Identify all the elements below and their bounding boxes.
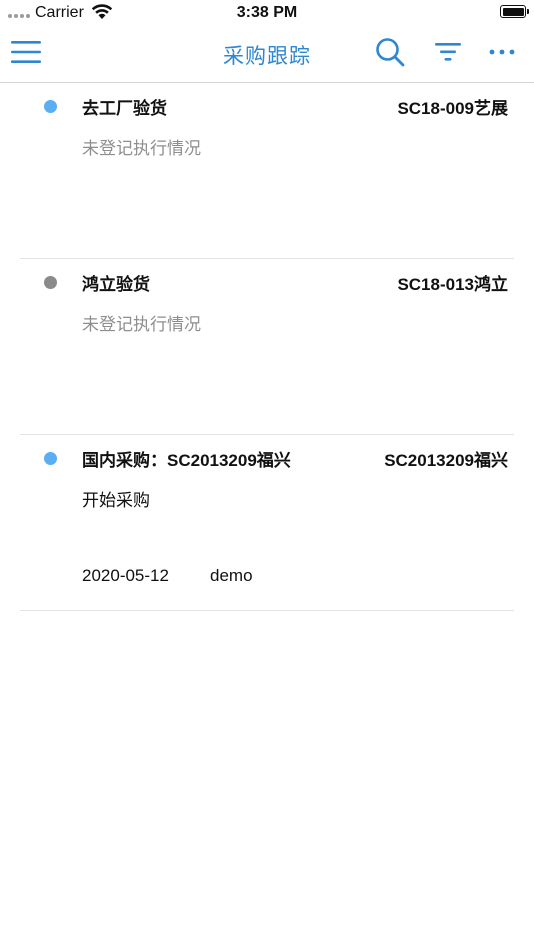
- list-item[interactable]: 去工厂验货 SC18-009艺展 未登记执行情况: [0, 83, 534, 259]
- search-button[interactable]: [372, 34, 408, 70]
- item-code: SC18-009艺展: [397, 99, 508, 118]
- item-date: 2020-05-12: [82, 566, 169, 585]
- item-title: 去工厂验货: [82, 99, 167, 118]
- status-bar: Carrier 3:38 PM: [0, 0, 534, 26]
- search-icon: [376, 38, 405, 67]
- item-status: 开始采购: [82, 491, 150, 510]
- status-dot: [44, 100, 57, 113]
- item-code: SC2013209福兴: [384, 451, 508, 470]
- battery-icon: [500, 5, 529, 18]
- status-dot: [44, 276, 57, 289]
- row-divider: [20, 610, 514, 611]
- more-icon: [489, 49, 515, 55]
- item-code: SC18-013鸿立: [397, 275, 508, 294]
- item-title: 鸿立验货: [82, 275, 150, 294]
- filter-icon: [435, 43, 461, 61]
- navigation-bar: 采购跟踪: [0, 26, 534, 83]
- tracking-list: 去工厂验货 SC18-009艺展 未登记执行情况 鸿立验货 SC18-013鸿立…: [0, 83, 534, 611]
- item-status: 未登记执行情况: [82, 315, 201, 334]
- item-user: demo: [210, 566, 253, 585]
- more-button[interactable]: [484, 34, 520, 70]
- item-status: 未登记执行情况: [82, 139, 201, 158]
- list-item[interactable]: 国内采购：SC2013209福兴 SC2013209福兴 开始采购 2020-0…: [0, 435, 534, 611]
- list-item[interactable]: 鸿立验货 SC18-013鸿立 未登记执行情况: [0, 259, 534, 435]
- status-time: 3:38 PM: [236, 4, 298, 21]
- item-title: 国内采购：SC2013209福兴: [82, 451, 291, 470]
- filter-button[interactable]: [430, 34, 466, 70]
- status-dot: [44, 452, 57, 465]
